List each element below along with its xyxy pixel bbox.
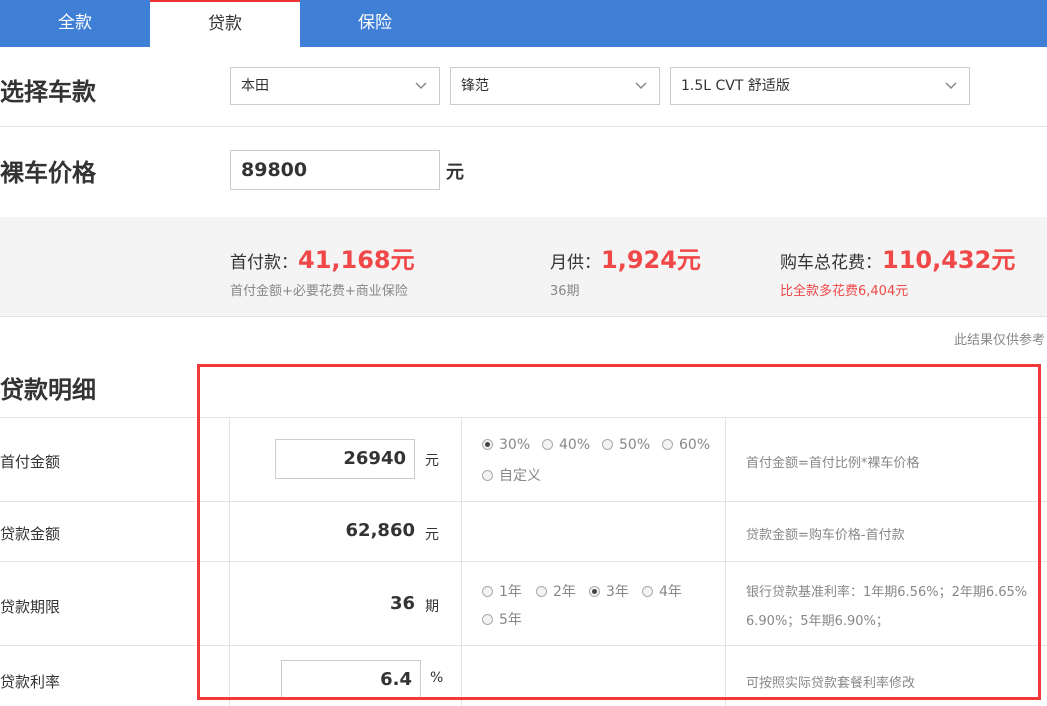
chevron-down-icon [635,82,647,90]
total-label: 购车总花费： [780,253,882,273]
total-value: 110,432元 [882,246,1016,274]
model-select[interactable]: 1.5L CVT 舒适版 [670,67,970,105]
rate-row-label: 贷款利率 [0,673,61,691]
series-select-value: 锋范 [461,78,489,94]
term-row-label: 贷款期限 [0,598,61,616]
down-payment-value: 41,168元 [298,246,415,274]
highlight-box [197,364,1041,700]
down-payment-sub: 首付金额+必要花费+商业保险 [230,284,408,299]
down-payment-label: 首付款： [230,253,298,273]
brand-select[interactable]: 本田 [230,67,440,105]
series-select[interactable]: 锋范 [450,67,660,105]
select-car-title: 选择车款 [0,78,96,106]
disclaimer-note: 此结果仅供参考 [953,333,1045,348]
tab-full-payment[interactable]: 全款 [0,0,150,47]
price-title: 裸车价格 [0,159,96,187]
chevron-down-icon [945,82,957,90]
monthly-summary: 月供：1,924元 [550,240,701,275]
chevron-down-icon [415,82,427,90]
down-payment-row-label: 首付金额 [0,453,61,471]
monthly-label: 月供： [550,253,601,273]
tab-loan[interactable]: 贷款 [150,0,300,47]
total-sub: 比全款多花费6,404元 [780,284,909,299]
model-select-value: 1.5L CVT 舒适版 [681,78,790,94]
brand-select-value: 本田 [241,78,269,94]
tab-insurance[interactable]: 保险 [300,0,450,47]
divider [0,126,1047,127]
loan-amount-row-label: 贷款金额 [0,525,61,543]
price-unit: 元 [446,162,464,183]
down-payment-summary: 首付款：41,168元 [230,240,415,275]
monthly-value: 1,924元 [601,246,701,274]
monthly-sub: 36期 [550,284,580,299]
total-summary: 购车总花费：110,432元 [780,240,1015,275]
price-input[interactable]: 89800 [230,150,440,190]
loan-detail-title: 贷款明细 [0,376,96,404]
